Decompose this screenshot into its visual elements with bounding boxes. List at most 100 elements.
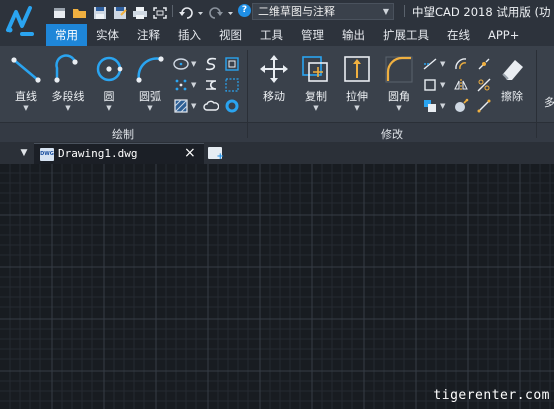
move-label: 移动 (263, 90, 285, 103)
document-tab[interactable]: DWG Drawing1.dwg × (34, 143, 204, 164)
tab-app-plus[interactable]: APP+ (479, 24, 528, 46)
document-list-button[interactable]: ▼ (16, 143, 32, 163)
chamfer-icon[interactable] (453, 98, 469, 114)
help-icon[interactable]: ? (238, 4, 251, 17)
stretch-button[interactable]: 拉伸 ▼ (337, 50, 377, 118)
chevron-down-icon: ▼ (313, 104, 319, 112)
app-logo[interactable] (0, 0, 46, 46)
copy-button[interactable]: 复制 ▼ (296, 50, 336, 118)
point-icon[interactable] (173, 77, 189, 93)
draw-panel-label[interactable]: 绘制 (112, 126, 134, 142)
fillet-button[interactable]: 圆角 ▼ (379, 50, 419, 118)
workspace-value: 二维草图与注释 (258, 5, 335, 18)
copy-icon (302, 56, 328, 82)
move-button[interactable]: 移动 (254, 50, 294, 118)
tab-extension-tools[interactable]: 扩展工具 (374, 24, 438, 46)
toolbar-separator (172, 5, 173, 17)
arc-label: 圆弧 (139, 90, 161, 103)
save-icon[interactable] (92, 5, 108, 19)
polyline-icon (54, 54, 78, 83)
chevron-down-icon: ▼ (396, 104, 402, 112)
chevron-down-icon: ▼ (65, 104, 71, 112)
ribbon-tabs: 常用 实体 注释 插入 视图 工具 管理 输出 扩展工具 在线 APP+ (46, 24, 554, 46)
drawing-canvas[interactable]: tigerenter.com (0, 164, 554, 409)
line-label: 直线 (15, 90, 37, 103)
chevron-down-icon[interactable]: ▼ (191, 102, 196, 110)
undo-redo-group (178, 3, 238, 20)
array-icon[interactable] (422, 98, 438, 114)
move-icon (260, 55, 288, 83)
zwcad-logo-icon (6, 6, 34, 36)
chevron-down-icon: ▼ (354, 104, 360, 112)
panel-separator (247, 50, 248, 138)
new-document-icon[interactable] (208, 147, 224, 162)
region-icon[interactable] (224, 56, 240, 72)
redo-dropdown-icon[interactable] (228, 5, 234, 19)
line-icon (11, 57, 41, 83)
circle-button[interactable]: 圆 ▼ (89, 50, 129, 118)
line-button[interactable]: 直线 ▼ (6, 50, 46, 118)
chevron-down-icon[interactable]: ▼ (440, 102, 445, 110)
donut-icon[interactable] (224, 98, 240, 114)
undo-icon[interactable] (178, 5, 194, 19)
scale-icon[interactable] (476, 77, 492, 93)
erase-button[interactable]: 擦除 (492, 50, 532, 118)
chevron-down-icon[interactable]: ▼ (440, 81, 445, 89)
chevron-down-icon[interactable]: ▼ (191, 60, 196, 68)
stretch-icon (344, 56, 370, 82)
erase-label: 擦除 (501, 90, 523, 103)
fillet-label: 圆角 (388, 90, 410, 103)
tab-online[interactable]: 在线 (438, 24, 479, 46)
tab-tools[interactable]: 工具 (251, 24, 292, 46)
cloud-icon[interactable] (203, 98, 220, 114)
tab-manage[interactable]: 管理 (292, 24, 333, 46)
save-as-icon[interactable] (112, 5, 128, 19)
print-icon[interactable] (132, 5, 148, 19)
ellipse-icon[interactable] (173, 56, 189, 72)
open-icon[interactable] (72, 5, 88, 19)
polyline-label: 多段线 (51, 90, 85, 103)
explode-icon[interactable] (476, 56, 492, 72)
more-label[interactable]: 多 (544, 94, 554, 110)
new-icon[interactable] (52, 5, 68, 19)
chevron-down-icon: ▼ (23, 104, 29, 112)
offset-icon[interactable] (453, 56, 469, 72)
watermark-text: tigerenter.com (433, 388, 550, 403)
revcloud-icon[interactable] (203, 77, 219, 93)
tab-view[interactable]: 视图 (210, 24, 251, 46)
redo-icon[interactable] (208, 5, 224, 19)
title-separator (404, 5, 405, 17)
chevron-down-icon[interactable]: ▼ (191, 81, 196, 89)
circle-label: 圆 (103, 90, 115, 103)
fillet-icon (385, 56, 413, 83)
polyline-button[interactable]: 多段线 ▼ (48, 50, 88, 118)
zoom-extents-icon[interactable] (152, 5, 168, 19)
arc-button[interactable]: 圆弧 ▼ (130, 50, 170, 118)
chevron-down-icon: ▼ (106, 104, 112, 112)
tab-annotate[interactable]: 注释 (128, 24, 169, 46)
document-tab-name: Drawing1.dwg (58, 147, 138, 160)
chevron-down-icon[interactable]: ▼ (440, 60, 445, 68)
mirror-icon[interactable] (453, 77, 469, 93)
dwg-file-icon: DWG (40, 148, 54, 161)
wipeout-icon[interactable] (224, 77, 240, 93)
copy-label: 复制 (305, 90, 327, 103)
panel-separator (536, 50, 537, 138)
tab-insert[interactable]: 插入 (169, 24, 210, 46)
quick-access-toolbar (52, 3, 172, 20)
tab-output[interactable]: 输出 (333, 24, 374, 46)
spline-icon[interactable] (203, 56, 219, 72)
undo-dropdown-icon[interactable] (198, 5, 204, 19)
tab-solid[interactable]: 实体 (87, 24, 128, 46)
rotate-icon[interactable] (422, 77, 438, 93)
tab-home[interactable]: 常用 (46, 24, 87, 46)
circle-icon (96, 56, 123, 82)
close-icon[interactable]: × (184, 145, 196, 161)
workspace-select[interactable]: 二维草图与注释 ▼ (252, 3, 394, 20)
trim-icon[interactable] (422, 56, 438, 72)
align-icon[interactable] (476, 98, 492, 114)
stretch-label: 拉伸 (346, 90, 368, 103)
hatch-icon[interactable] (173, 98, 189, 114)
modify-panel-label[interactable]: 修改 (381, 126, 403, 142)
eraser-icon (502, 60, 523, 80)
